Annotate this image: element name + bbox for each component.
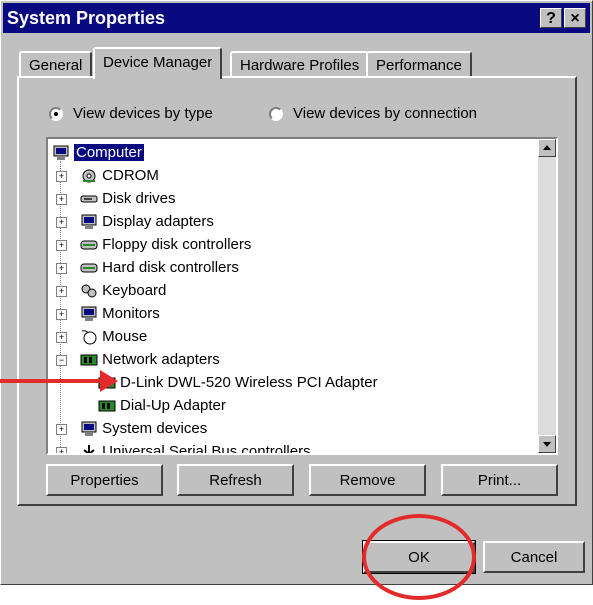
refresh-button[interactable]: Refresh <box>177 464 294 496</box>
down-arrow-icon <box>543 442 551 447</box>
tree-item-label: Universal Serial Bus controllers <box>102 443 311 455</box>
tree-item-label: Display adapters <box>102 213 214 230</box>
window-title: System Properties <box>7 8 166 28</box>
monitor-icon <box>81 214 97 230</box>
computer-icon <box>53 145 69 161</box>
tree-item-label: Floppy disk controllers <box>102 236 252 253</box>
expand-icon[interactable]: + <box>56 194 67 205</box>
expand-icon[interactable]: + <box>56 447 67 453</box>
scroll-up-button[interactable] <box>538 139 556 157</box>
tree-item[interactable]: + Monitors <box>56 302 160 325</box>
tab-hardware-profiles[interactable]: Hardware Profiles <box>230 51 370 77</box>
tab-device-manager[interactable]: Device Manager <box>93 47 223 79</box>
controller-icon <box>80 263 98 273</box>
tree-item[interactable]: + Mouse <box>56 325 147 348</box>
print-button[interactable]: Print... <box>441 464 558 496</box>
tree-item[interactable]: + CDROM <box>56 164 159 187</box>
expand-icon[interactable]: + <box>56 240 67 251</box>
system-properties-window: System Properties ? × General Device Man… <box>0 0 593 585</box>
tree-root-computer[interactable]: Computer <box>52 141 144 164</box>
tree-scrollbar[interactable] <box>538 139 556 453</box>
annotation-arrow-shaft <box>0 379 104 383</box>
view-by-connection-option[interactable]: View devices by connection <box>269 105 477 122</box>
close-button[interactable]: × <box>564 8 586 28</box>
tree-item-dlink-adapter[interactable]: D-Link DWL-520 Wireless PCI Adapter <box>98 371 378 394</box>
tree-item-label: System devices <box>102 420 208 437</box>
remove-button[interactable]: Remove <box>309 464 426 496</box>
mouse-icon <box>82 330 97 345</box>
view-by-connection-radio[interactable] <box>269 106 283 121</box>
tree-item[interactable]: + Disk drives <box>56 187 176 210</box>
expand-icon[interactable]: + <box>56 171 67 182</box>
tree-item-label: Hard disk controllers <box>102 259 239 276</box>
tab-performance[interactable]: Performance <box>366 51 472 77</box>
tree-item[interactable]: + Floppy disk controllers <box>56 233 251 256</box>
controller-icon <box>80 240 98 250</box>
expand-icon[interactable]: + <box>56 217 67 228</box>
view-by-type-label: View devices by type <box>73 105 213 122</box>
tree-item[interactable]: + Display adapters <box>56 210 214 233</box>
help-button[interactable]: ? <box>540 8 562 28</box>
tree-item-dialup-adapter[interactable]: Dial-Up Adapter <box>98 394 226 417</box>
tree-item-label: Disk drives <box>102 190 176 207</box>
disk-drive-icon <box>80 195 98 203</box>
tree-item-label: CDROM <box>102 167 159 184</box>
view-by-connection-label: View devices by connection <box>293 105 477 122</box>
expand-icon[interactable]: + <box>56 332 67 343</box>
tree-root-label: Computer <box>74 144 144 161</box>
view-by-type-radio[interactable] <box>49 106 63 121</box>
expand-icon[interactable]: + <box>56 286 67 297</box>
tree-item-label: Mouse <box>102 328 148 345</box>
tree-item[interactable]: + Keyboard <box>56 279 166 302</box>
annotation-circle <box>362 514 476 600</box>
tree-item-label: Monitors <box>102 305 160 322</box>
network-card-icon <box>98 400 116 412</box>
collapse-icon[interactable]: − <box>56 355 67 366</box>
tree-item-label: Network adapters <box>102 351 220 368</box>
monitor-icon <box>81 306 97 322</box>
expand-icon[interactable]: + <box>56 263 67 274</box>
device-tree[interactable]: Computer + CDROM + Disk drives + Display… <box>46 137 558 455</box>
usb-icon <box>83 445 95 453</box>
tree-item[interactable]: + System devices <box>56 417 207 440</box>
annotation-arrow-icon <box>100 370 118 392</box>
tree-item-label: Dial-Up Adapter <box>120 397 226 414</box>
expand-icon[interactable]: + <box>56 309 67 320</box>
properties-button[interactable]: Properties <box>46 464 163 496</box>
tree-item-label: Keyboard <box>102 282 167 299</box>
cdrom-icon <box>82 169 96 183</box>
keyboard-icon <box>81 284 97 298</box>
tree-item-label: D-Link DWL-520 Wireless PCI Adapter <box>120 374 378 391</box>
tree-item[interactable]: + Hard disk controllers <box>56 256 239 279</box>
tree-item-network-adapters[interactable]: − Network adapters <box>56 348 220 371</box>
up-arrow-icon <box>543 145 551 150</box>
cancel-button[interactable]: Cancel <box>483 541 585 573</box>
monitor-icon <box>81 421 97 437</box>
scroll-down-button[interactable] <box>538 435 556 453</box>
tree-item[interactable]: + Universal Serial Bus controllers <box>56 440 311 455</box>
expand-icon[interactable]: + <box>56 424 67 435</box>
network-card-icon <box>80 354 98 366</box>
tab-general[interactable]: General <box>19 51 93 77</box>
view-by-type-option[interactable]: View devices by type <box>49 105 213 122</box>
title-bar[interactable]: System Properties ? × <box>3 3 590 33</box>
